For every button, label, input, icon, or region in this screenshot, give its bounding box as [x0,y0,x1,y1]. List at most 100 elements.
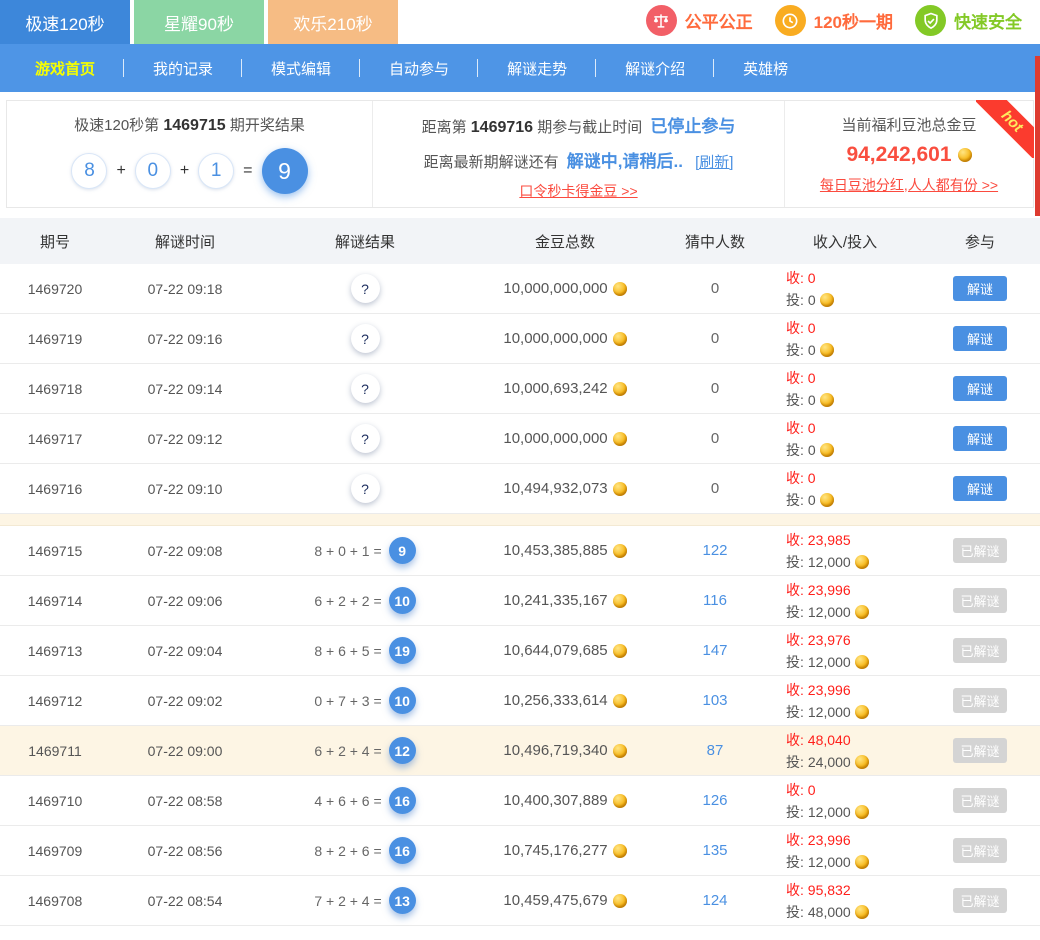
game-tab[interactable]: 星耀90秒 [134,0,264,44]
row-action-button[interactable]: 解谜 [953,376,1007,401]
row-result: ? [260,374,470,403]
row-action-button[interactable]: 解谜 [953,426,1007,451]
result-equation: 8 + 6 + 5 = [314,643,381,659]
pending-result-icon: ? [351,374,380,403]
row-winner-count[interactable]: 116 [660,592,770,609]
row-winner-count[interactable]: 126 [660,792,770,809]
promo-link[interactable]: 口令秒卡得金豆 >> [519,181,637,201]
table-header-row: 期号解谜时间解谜结果金豆总数猜中人数收入/投入参与 [0,218,1040,264]
coin-icon [855,805,869,819]
deadline-status: 已停止参与 [650,117,735,136]
row-time: 07-22 09:12 [110,431,260,447]
row-result: ? [260,474,470,503]
result-sum-ball: 12 [389,737,416,764]
last-draw-title: 极速120秒第 1469715 期开奖结果 [74,114,305,135]
nav-item-解谜走势[interactable]: 解谜走势 [478,58,596,79]
row-action-button: 已解谜 [953,538,1007,563]
row-result: 6 + 2 + 2 =10 [260,587,470,614]
table-row: 1469711 07-22 09:00 6 + 2 + 4 =12 10,496… [0,726,1040,776]
refresh-link[interactable]: [刷新] [695,154,733,171]
table-row: 1469718 07-22 09:14 ? 10,000,693,242 0 收… [0,364,1040,414]
result-equation: 7 + 2 + 4 = [314,893,381,909]
coin-icon [613,432,627,446]
pool-dividend-link[interactable]: 每日豆池分红,人人都有份 >> [820,175,998,195]
shield-check-icon [915,5,946,36]
game-tab[interactable]: 极速120秒 [0,0,130,44]
game-tab-label: 星耀90秒 [164,10,234,35]
nav-item-英雄榜[interactable]: 英雄榜 [714,58,817,79]
nav-item-自动参与[interactable]: 自动参与 [360,58,478,79]
game-tab-label: 极速120秒 [25,10,104,35]
game-tab[interactable]: 欢乐210秒 [268,0,398,44]
coin-icon [613,382,627,396]
last-draw-result: 8+0+1=9 [71,148,307,194]
row-time: 07-22 09:14 [110,381,260,397]
row-pool-total: 10,000,693,242 [470,380,660,397]
coin-icon [958,148,972,162]
row-invest: 投: 12,000 [786,701,920,723]
countdown-section: 距离第 1469716 期参与截止时间 已停止参与 距离最新期解谜还有 解谜中,… [373,101,785,207]
row-issue: 1469720 [0,281,110,297]
result-sum-ball: 16 [389,787,416,814]
trust-badge-label: 公平公正 [685,8,753,33]
equals-sign: = [243,162,252,180]
row-income: 收: 23,996 [786,829,920,851]
row-result: 8 + 2 + 6 =16 [260,837,470,864]
last-draw-issue: 1469715 [163,117,225,134]
trust-badge-label: 快速安全 [954,8,1022,33]
row-invest: 投: 12,000 [786,551,920,573]
row-winner-count[interactable]: 122 [660,542,770,559]
trust-badge-label: 120秒一期 [814,8,893,33]
row-issue: 1469718 [0,381,110,397]
coin-icon [855,705,869,719]
row-income: 收: 0 [786,267,920,289]
row-income: 收: 0 [786,417,920,439]
row-income: 收: 0 [786,367,920,389]
row-income: 收: 0 [786,317,920,339]
row-winner-count[interactable]: 103 [660,692,770,709]
row-invest: 投: 0 [786,389,920,411]
row-income-invest: 收: 48,040 投: 24,000 [770,729,920,773]
trust-badge: 120秒一期 [775,5,893,36]
row-action-button[interactable]: 解谜 [953,476,1007,501]
row-pool-total: 10,494,932,073 [470,480,660,497]
row-income: 收: 48,040 [786,729,920,751]
table-row: 1469716 07-22 09:10 ? 10,494,932,073 0 收… [0,464,1040,514]
row-time: 07-22 09:04 [110,643,260,659]
coin-icon [820,493,834,507]
row-winner-count[interactable]: 135 [660,842,770,859]
result-sum-ball: 16 [389,837,416,864]
trust-badge: 公平公正 [646,5,753,36]
nav-item-解谜介绍[interactable]: 解谜介绍 [596,58,714,79]
hot-ribbon: hot [976,100,1034,158]
row-action-button[interactable]: 解谜 [953,276,1007,301]
row-action-button[interactable]: 解谜 [953,326,1007,351]
coin-icon [613,744,627,758]
row-income-invest: 收: 23,976 投: 12,000 [770,629,920,673]
row-result: 0 + 7 + 3 =10 [260,687,470,714]
row-winner-count[interactable]: 147 [660,642,770,659]
table-row: 1469712 07-22 09:02 0 + 7 + 3 =10 10,256… [0,676,1040,726]
row-winner-count[interactable]: 87 [660,742,770,759]
nav-item-我的记录[interactable]: 我的记录 [124,58,242,79]
coin-icon [613,594,627,608]
row-pool-total: 10,496,719,340 [470,742,660,759]
table-header-cell: 解谜结果 [260,231,470,252]
coin-icon [820,343,834,357]
solving-status: 解谜中,请稍后.. [567,152,683,171]
pending-result-icon: ? [351,324,380,353]
hot-ribbon-label: hot [976,100,1034,158]
result-sum-ball: 19 [389,637,416,664]
table-row: 1469714 07-22 09:06 6 + 2 + 2 =10 10,241… [0,576,1040,626]
row-result: 4 + 6 + 6 =16 [260,787,470,814]
coin-icon [613,844,627,858]
row-winner-count[interactable]: 124 [660,892,770,909]
nav-item-游戏首页[interactable]: 游戏首页 [6,58,124,79]
table-header-cell: 金豆总数 [470,231,660,252]
pool-amount: 94,242,601 [846,143,971,167]
plus-sign: + [116,162,125,180]
row-invest: 投: 0 [786,489,920,511]
nav-item-模式编辑[interactable]: 模式编辑 [242,58,360,79]
row-pool-total: 10,000,000,000 [470,430,660,447]
result-equation: 6 + 2 + 4 = [314,743,381,759]
